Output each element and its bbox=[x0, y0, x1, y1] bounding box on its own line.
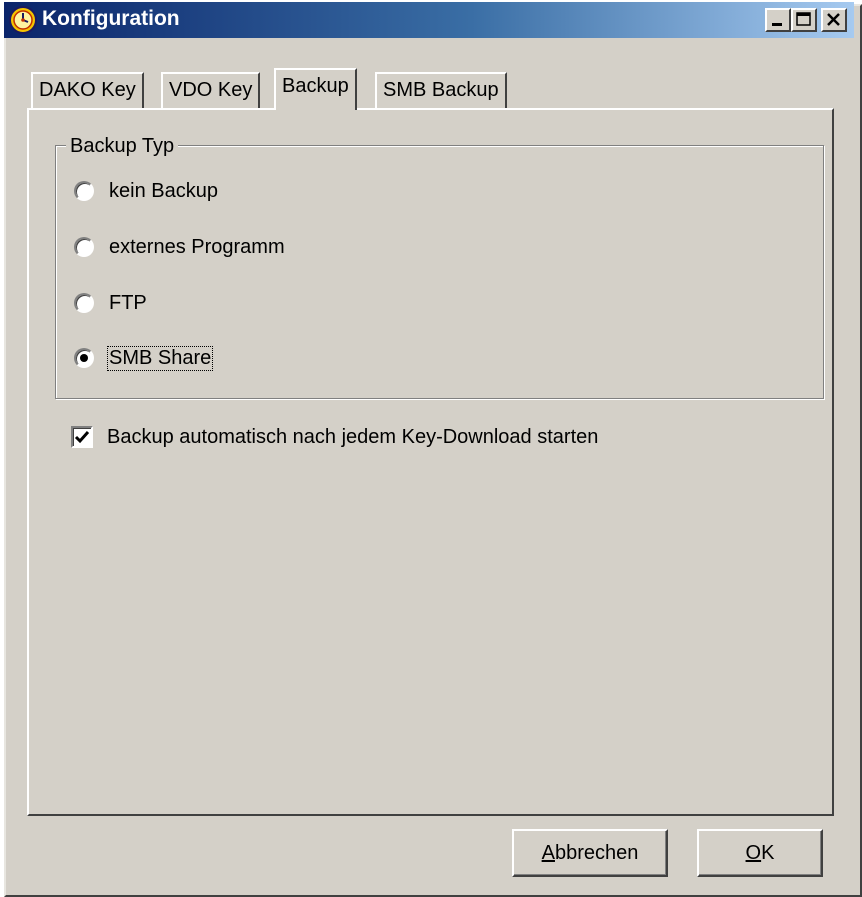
ok-button[interactable]: OK bbox=[697, 829, 823, 877]
radio-label: FTP bbox=[109, 291, 147, 314]
radio-kein-backup[interactable]: kein Backup bbox=[74, 176, 219, 206]
backup-type-legend: Backup Typ bbox=[66, 135, 179, 158]
ok-button-label: K bbox=[761, 841, 775, 864]
maximize-icon bbox=[796, 12, 811, 26]
cancel-button[interactable]: Abbrechen bbox=[512, 829, 668, 877]
tab-smb-backup[interactable]: SMB Backup bbox=[375, 72, 507, 108]
tachograph-clock-icon bbox=[8, 5, 38, 35]
minimize-button[interactable] bbox=[765, 8, 791, 32]
radio-button-selected[interactable] bbox=[74, 348, 94, 368]
title-bar[interactable]: Konfiguration bbox=[4, 2, 854, 38]
radio-selected-dot bbox=[80, 354, 88, 362]
mnemonic-letter: A bbox=[541, 841, 555, 864]
radio-label: externes Programm bbox=[109, 235, 285, 258]
minimize-icon bbox=[772, 23, 782, 26]
auto-backup-checkbox[interactable] bbox=[71, 426, 93, 448]
radio-button[interactable] bbox=[74, 293, 94, 313]
radio-smb-share[interactable]: SMB Share bbox=[74, 343, 214, 373]
radio-button[interactable] bbox=[74, 237, 94, 257]
radio-label: SMB Share bbox=[106, 345, 214, 371]
auto-backup-checkbox-row[interactable]: Backup automatisch nach jedem Key-Downlo… bbox=[71, 423, 598, 451]
cancel-button-label: bbrechen bbox=[554, 841, 639, 864]
auto-backup-label: Backup automatisch nach jedem Key-Downlo… bbox=[107, 425, 599, 448]
checkmark-icon bbox=[74, 431, 90, 444]
radio-externes-programm[interactable]: externes Programm bbox=[74, 232, 286, 262]
radio-label: kein Backup bbox=[109, 179, 218, 202]
mnemonic-letter: O bbox=[745, 841, 762, 864]
tab-backup[interactable]: Backup bbox=[274, 68, 357, 110]
tab-dako-key[interactable]: DAKO Key bbox=[31, 72, 144, 108]
close-button[interactable] bbox=[821, 8, 847, 32]
tab-vdo-key[interactable]: VDO Key bbox=[161, 72, 261, 108]
maximize-button[interactable] bbox=[791, 8, 817, 32]
close-icon bbox=[827, 13, 840, 26]
window-title: Konfiguration bbox=[42, 7, 180, 30]
radio-button[interactable] bbox=[74, 181, 94, 201]
radio-ftp[interactable]: FTP bbox=[74, 288, 148, 318]
